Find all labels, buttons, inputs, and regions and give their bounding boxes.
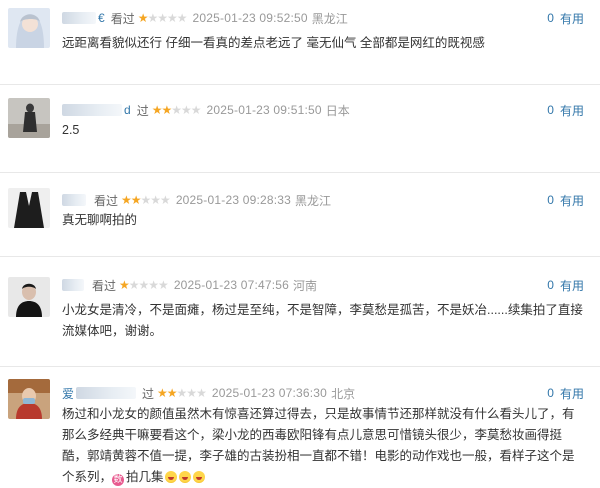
star-icon: ★★★★: [128, 278, 169, 292]
review-meta: d 过 ★★★★★ 2025-01-23 09:51:50 日本: [62, 101, 350, 119]
useful-count: 0: [547, 103, 554, 117]
review-time: 2025-01-23 09:28:33: [175, 193, 292, 207]
username-blurred[interactable]: [62, 104, 122, 116]
review-text-tail: 拍几集: [126, 470, 164, 484]
useful-vote[interactable]: 0 有用: [547, 101, 584, 119]
review-text: 杨过和小龙女的颜值虽然木有惊喜还算过得去，只是故事情节还那样就没有什么看头儿了，…: [62, 404, 584, 488]
star-icon: ★: [119, 278, 130, 292]
star-icon: ★★: [157, 386, 177, 400]
useful-count: 0: [547, 193, 554, 207]
review-item: d 过 ★★★★★ 2025-01-23 09:51:50 日本 0 有用 2.…: [0, 84, 600, 173]
star-icon: ★★★★: [147, 11, 187, 25]
star-icon: ★★: [121, 193, 141, 207]
star-icon: ★★: [151, 103, 172, 117]
rating-stars: ★★★★★: [151, 103, 202, 117]
star-icon: ★★★: [140, 193, 171, 207]
grin-emoji-icon: [164, 471, 177, 483]
review-time: 2025-01-23 09:52:50: [192, 11, 308, 25]
watch-status: 过: [136, 103, 149, 118]
review-item: 看过 ★★★★★ 2025-01-23 09:28:33 黑龙江 0 有用 真无…: [0, 172, 600, 257]
rating-stars: ★★★★★: [119, 278, 169, 292]
review-item: € 看过 ★★★★★ 2025-01-23 09:52:50 黑龙江 0 有用 …: [0, 0, 600, 85]
avatar[interactable]: [8, 277, 50, 317]
watch-status: 看过: [94, 193, 119, 208]
rating-stars: ★★★★★: [121, 193, 171, 207]
star-icon: ★: [137, 11, 149, 25]
useful-count: 0: [547, 11, 554, 25]
username-blurred[interactable]: [62, 12, 96, 24]
username[interactable]: d: [124, 103, 131, 117]
useful-button[interactable]: 有用: [560, 385, 584, 402]
review-list: € 看过 ★★★★★ 2025-01-23 09:52:50 黑龙江 0 有用 …: [0, 0, 600, 486]
username-blurred[interactable]: [76, 387, 137, 399]
useful-vote[interactable]: 0 有用: [547, 276, 584, 294]
grin-emoji-icon: [192, 471, 205, 483]
review-time: 2025-01-23 07:47:56: [173, 278, 290, 292]
watch-status: 看过: [92, 278, 117, 293]
star-icon: ★★★: [171, 103, 201, 117]
review-time: 2025-01-23 07:36:30: [211, 386, 328, 400]
star-icon: ★★★: [176, 386, 207, 400]
username-blurred[interactable]: [62, 279, 84, 291]
review-text: 2.5: [62, 123, 80, 137]
review-location: 北京: [331, 386, 356, 401]
watch-status: 看过: [110, 11, 135, 26]
useful-vote[interactable]: 0 有用: [547, 384, 584, 402]
useful-count: 0: [547, 278, 554, 292]
useful-vote[interactable]: 0 有用: [547, 9, 584, 27]
review-location: 黑龙江: [311, 11, 348, 26]
review-meta: 爱 过 ★★★★★ 2025-01-23 07:36:30 北京: [62, 384, 355, 402]
review-text: 远距离看貌似还行 仔细一看真的差点老远了 毫无仙气 全部都是网红的既视感: [62, 36, 485, 50]
review-location: 河南: [293, 278, 318, 293]
review-text: 小龙女是清冷，不是面瘫，杨过是至纯，不是智障，李莫愁是孤苦，不是妖冶......…: [62, 303, 583, 338]
username-blurred[interactable]: [62, 194, 86, 206]
grin-emoji-icon: [178, 471, 191, 483]
avatar[interactable]: [8, 8, 50, 48]
username[interactable]: 爱: [62, 385, 74, 402]
number-badge-icon: 数: [112, 474, 125, 486]
useful-button[interactable]: 有用: [560, 10, 584, 27]
useful-button[interactable]: 有用: [560, 277, 584, 294]
review-meta: 看过 ★★★★★ 2025-01-23 09:28:33 黑龙江: [62, 191, 331, 209]
rating-stars: ★★★★★: [157, 386, 207, 400]
review-item: 爱 过 ★★★★★ 2025-01-23 07:36:30 北京 0 有用 杨过…: [0, 366, 600, 486]
rating-stars: ★★★★★: [137, 11, 188, 25]
review-item: 看过 ★★★★★ 2025-01-23 07:47:56 河南 0 有用 小龙女…: [0, 256, 600, 367]
avatar[interactable]: [8, 98, 50, 138]
useful-button[interactable]: 有用: [560, 192, 584, 209]
avatar[interactable]: [8, 379, 50, 419]
review-text: 真无聊啊拍的: [62, 213, 138, 227]
review-location: 日本: [325, 103, 350, 118]
avatar[interactable]: [8, 188, 50, 228]
review-meta: 看过 ★★★★★ 2025-01-23 07:47:56 河南: [62, 276, 317, 294]
useful-count: 0: [547, 386, 554, 400]
review-meta: € 看过 ★★★★★ 2025-01-23 09:52:50 黑龙江: [62, 9, 348, 27]
watch-status: 过: [142, 386, 155, 401]
username[interactable]: €: [98, 11, 105, 25]
useful-vote[interactable]: 0 有用: [547, 191, 584, 209]
useful-button[interactable]: 有用: [560, 102, 584, 119]
review-location: 黑龙江: [295, 193, 332, 208]
review-time: 2025-01-23 09:51:50: [206, 103, 322, 117]
